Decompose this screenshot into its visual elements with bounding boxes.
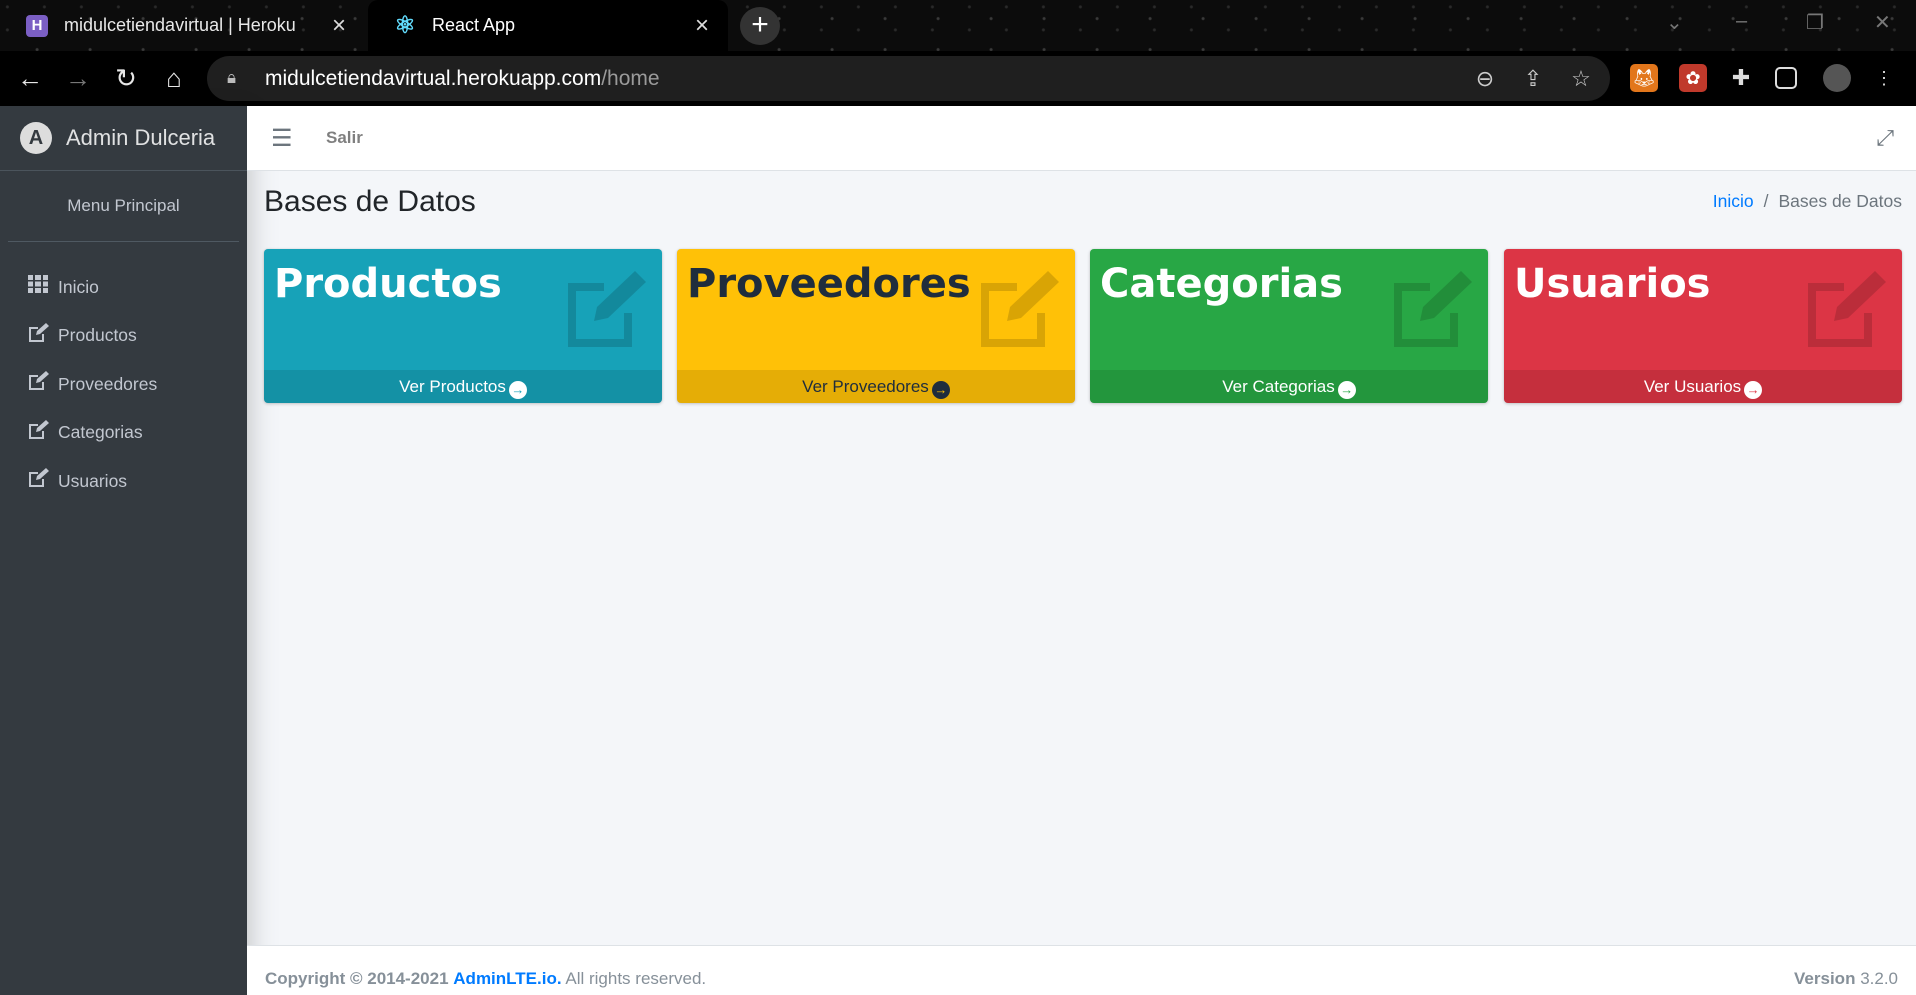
browser-tab-heroku[interactable]: H midulcetiendavirtual | Heroku × xyxy=(0,0,365,51)
page-footer: Copyright © 2014-2021 AdminLTE.io. All r… xyxy=(247,945,1916,995)
grid-icon xyxy=(28,275,58,299)
sidebar-nav: Inicio Productos Proveedores Categorias … xyxy=(0,242,247,506)
react-icon: ⚛ xyxy=(394,12,416,39)
edit-icon xyxy=(28,371,58,397)
box-footer-link[interactable]: Ver Usuarios → xyxy=(1504,370,1902,403)
box-proveedores: Proveedores Ver Proveedores → xyxy=(677,249,1075,403)
bookmark-star-icon[interactable]: ☆ xyxy=(1567,66,1595,92)
edit-icon xyxy=(28,419,58,446)
url-path: /home xyxy=(601,66,660,90)
box-footer-link[interactable]: Ver Proveedores → xyxy=(677,370,1075,403)
puzzle-icon[interactable]: ✚ xyxy=(1727,64,1755,92)
url-host: midulcetiendavirtual.herokuapp.com xyxy=(265,66,602,90)
extension-icon[interactable]: ✿ xyxy=(1679,64,1707,92)
sidebar-item-usuarios[interactable]: Usuarios xyxy=(0,457,247,506)
content-header: Bases de Datos Inicio / Bases de Datos xyxy=(264,185,1902,225)
breadcrumb-current: Bases de Datos xyxy=(1778,191,1902,211)
menu-dots-icon[interactable]: ⋮ xyxy=(1870,64,1898,92)
summary-boxes: Productos Ver Productos → Proveedores Ver… xyxy=(264,249,1902,403)
browser-tab-react[interactable]: ⚛ React App × xyxy=(368,0,728,51)
fullscreen-icon[interactable]: ⤢ xyxy=(1876,125,1894,151)
new-tab-button[interactable]: + xyxy=(740,7,780,45)
sidebar-item-categorias[interactable]: Categorias xyxy=(0,409,247,458)
version-label: Version xyxy=(1794,969,1856,988)
box-footer-link[interactable]: Ver Productos → xyxy=(264,370,662,403)
arrow-circle-right-icon: → xyxy=(508,381,527,399)
version-number: 3.2.0 xyxy=(1860,969,1898,988)
breadcrumb-separator: / xyxy=(1763,191,1769,211)
sidebar-item-label: Categorias xyxy=(58,422,143,443)
close-icon[interactable]: × xyxy=(327,12,351,40)
sidebar-item-label: Productos xyxy=(58,325,137,346)
profile-avatar[interactable] xyxy=(1823,64,1851,92)
box-title: Proveedores xyxy=(687,261,971,307)
zoom-icon[interactable]: ⊖ xyxy=(1471,66,1499,92)
arrow-circle-right-icon: → xyxy=(1744,381,1763,399)
edit-icon xyxy=(1390,267,1474,351)
breadcrumb-home-link[interactable]: Inicio xyxy=(1713,191,1754,211)
box-link-label: Ver Usuarios xyxy=(1643,377,1742,396)
box-categorias: Categorias Ver Categorias → xyxy=(1090,249,1488,403)
browser-tab-strip: H midulcetiendavirtual | Heroku × ⚛ Reac… xyxy=(0,0,1916,51)
logout-link[interactable]: Salir xyxy=(326,128,363,148)
sidebar-item-productos[interactable]: Productos xyxy=(0,312,247,361)
heroku-icon: H xyxy=(26,14,48,37)
sidebar-item-label: Usuarios xyxy=(58,470,128,491)
lock-icon[interactable]: 🔒︎ xyxy=(227,68,249,90)
forward-icon[interactable]: → xyxy=(61,61,95,95)
edit-icon xyxy=(28,468,58,494)
box-title: Usuarios xyxy=(1514,261,1711,307)
tab-title: midulcetiendavirtual | Heroku xyxy=(64,15,296,35)
menu-title: Menu Principal xyxy=(8,171,239,242)
metamask-extension-icon[interactable]: 🦊︎ xyxy=(1630,64,1658,92)
tab-search-icon[interactable]: ⌄ xyxy=(1666,10,1683,35)
page-title: Bases de Datos xyxy=(264,185,476,218)
arrow-circle-right-icon: → xyxy=(931,381,950,399)
brand-logo-icon: A xyxy=(20,122,52,154)
address-bar[interactable]: 🔒︎ midulcetiendavirtual.herokuapp.com/ho… xyxy=(207,56,1610,101)
copyright: Copyright © 2014-2021 AdminLTE.io. All r… xyxy=(265,969,706,989)
box-footer-link[interactable]: Ver Categorias → xyxy=(1090,370,1488,403)
breadcrumb: Inicio / Bases de Datos xyxy=(1713,191,1902,212)
sidebar-item-inicio[interactable]: Inicio xyxy=(0,263,247,312)
edit-icon xyxy=(977,267,1061,351)
brand-name: Admin Dulceria xyxy=(66,125,216,150)
tab-title: React App xyxy=(432,15,516,35)
box-link-label: Ver Proveedores xyxy=(802,377,929,396)
reload-icon[interactable]: ↻ xyxy=(109,61,143,95)
box-usuarios: Usuarios Ver Usuarios → xyxy=(1504,249,1902,403)
edit-icon xyxy=(564,267,648,351)
edit-icon xyxy=(28,322,58,349)
sidebar-item-proveedores[interactable]: Proveedores xyxy=(0,360,247,409)
browser-toolbar: ← → ↻ ⌂ 🔒︎ midulcetiendavirtual.herokuap… xyxy=(0,51,1916,106)
copyright-prefix: Copyright © 2014-2021 xyxy=(265,969,449,988)
minimize-icon[interactable]: – xyxy=(1736,10,1747,33)
sidebar-item-label: Inicio xyxy=(58,276,99,297)
back-icon[interactable]: ← xyxy=(13,61,47,95)
box-link-label: Ver Categorias xyxy=(1222,377,1335,396)
arrow-circle-right-icon: → xyxy=(1337,381,1356,399)
hamburger-menu-icon[interactable]: ☰ xyxy=(271,124,293,153)
restore-icon[interactable]: ❐ xyxy=(1806,10,1824,35)
rights-text: All rights reserved. xyxy=(565,969,707,988)
version-info: Version 3.2.0 xyxy=(1794,969,1898,989)
close-icon[interactable]: × xyxy=(690,12,714,40)
brand-link[interactable]: A Admin Dulceria xyxy=(0,106,247,171)
box-productos: Productos Ver Productos → xyxy=(264,249,662,403)
edit-icon xyxy=(1804,267,1888,351)
box-title: Productos xyxy=(274,261,502,307)
home-icon[interactable]: ⌂ xyxy=(157,61,191,95)
share-icon[interactable]: ⇪ xyxy=(1519,66,1547,92)
adminlte-link[interactable]: AdminLTE.io. xyxy=(453,969,561,988)
sidepanel-icon[interactable] xyxy=(1775,67,1797,89)
window-close-icon[interactable]: ✕ xyxy=(1874,10,1891,35)
sidebar: A Admin Dulceria Menu Principal Inicio P… xyxy=(0,106,247,995)
sidebar-item-label: Proveedores xyxy=(58,373,158,394)
box-link-label: Ver Productos xyxy=(399,377,506,396)
top-navbar: ☰ Salir ⤢ xyxy=(247,106,1916,171)
box-title: Categorias xyxy=(1100,261,1343,307)
